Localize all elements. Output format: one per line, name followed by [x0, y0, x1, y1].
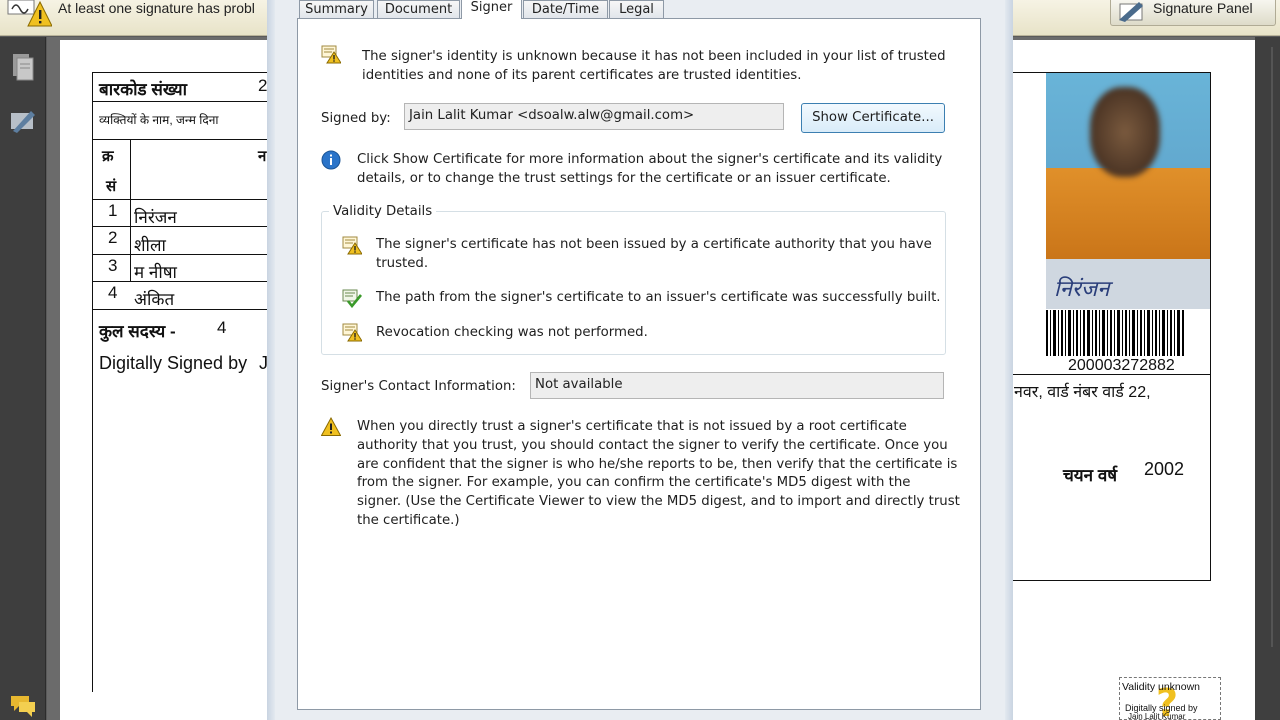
member-2-name: शीला [134, 236, 166, 255]
member-4-name: अंकित [134, 290, 175, 309]
navigation-pane [0, 37, 46, 720]
certificate-warning-icon [321, 45, 341, 64]
tab-document[interactable]: Document [377, 0, 460, 19]
signature-panel-label: Signature Panel [1153, 0, 1253, 16]
trust-warning-line-1: When you directly trust a signer's certi… [357, 419, 907, 434]
contact-info-label: Signer's Contact Information: [321, 379, 516, 394]
comments-icon[interactable] [9, 690, 37, 720]
signature-warning-icon [7, 0, 52, 27]
info-line-1: Click Show Certificate for more informat… [357, 152, 943, 167]
photo-signature: निरंजन [1054, 276, 1110, 301]
certificate-ok-icon [342, 289, 362, 308]
signature-panel-button[interactable]: Signature Panel [1110, 0, 1276, 26]
barcode-number: 200003272882 [1068, 357, 1175, 374]
pages-icon[interactable] [9, 52, 37, 82]
selection-year-label: चयन वर्ष [1063, 466, 1118, 485]
tab-signer[interactable]: Signer [461, 0, 522, 19]
stamp-validity: Validity unknown [1122, 681, 1201, 693]
column-sno-1: क्र [102, 148, 114, 165]
show-certificate-button[interactable]: Show Certificate... [801, 103, 945, 133]
signature-problem-message: At least one signature has probl [58, 0, 255, 16]
tab-legal[interactable]: Legal [609, 0, 664, 19]
barcode-image [1046, 310, 1184, 356]
validity-line-1a: The signer's certificate has not been is… [376, 237, 932, 252]
barcode-label: बारकोड संख्या [99, 80, 188, 99]
trust-warning-line-3: are confident that the signer is who he/… [357, 457, 958, 472]
persons-line: व्यक्तियों के नाम, जन्म दिना [99, 113, 219, 127]
signed-by-field: Jain Lalit Kumar <dsoalw.alw@gmail.com> [404, 103, 784, 130]
certificate-warning-icon [342, 323, 362, 342]
validity-details-title: Validity Details [329, 203, 437, 221]
applicant-photo: निरंजन [1046, 73, 1210, 309]
member-1-no: 1 [108, 201, 118, 220]
warning-icon [321, 417, 341, 436]
validity-line-1b: trusted. [376, 256, 429, 271]
address-fragment: नवर, वार्ड नंबर वार्ड 22, [1014, 384, 1151, 401]
signature-stamp[interactable]: ? Validity unknown Digitally signed by J… [1119, 677, 1221, 720]
trust-warning-line-6: the certificate.) [357, 513, 460, 528]
validity-line-2: The path from the signer's certificate t… [376, 290, 941, 305]
tab-date-time[interactable]: Date/Time [523, 0, 608, 19]
member-2-no: 2 [108, 228, 118, 247]
column-name-header: न [258, 148, 267, 165]
member-1-name: निरंजन [134, 208, 177, 227]
identity-warning-line-2: identities and none of its parent certif… [362, 68, 802, 83]
trust-warning-line-2: authority that you trust, you should con… [357, 438, 948, 453]
trust-warning-line-5: signer. (Use the Certificate Viewer to v… [357, 494, 960, 509]
member-3-no: 3 [108, 256, 118, 275]
contact-info-field: Not available [530, 372, 944, 399]
identity-warning-line-1: The signer's identity is unknown because… [362, 49, 946, 64]
member-3-name: म नीषा [134, 263, 177, 282]
total-members-label: कुल सदस्य - [99, 322, 176, 341]
right-scroll-area[interactable] [1255, 37, 1280, 720]
digitally-signed-text: Digitally Signed by [99, 353, 248, 373]
signatures-nav-icon[interactable] [9, 105, 37, 135]
member-4-no: 4 [108, 283, 118, 302]
selection-year-value: 2002 [1144, 459, 1185, 479]
tab-summary[interactable]: Summary [299, 0, 374, 19]
validity-line-3: Revocation checking was not performed. [376, 325, 648, 340]
column-sno-2: सं [106, 178, 117, 195]
info-icon [321, 150, 341, 170]
signed-by-label: Signed by: [321, 111, 391, 126]
stamp-signer-name: Jain Lalit Kumar [1128, 712, 1186, 720]
trust-warning-line-4: from the signer. For example, you can co… [357, 475, 911, 490]
total-members-value: 4 [217, 318, 227, 337]
info-line-2: details, or to change the trust settings… [357, 171, 891, 186]
signature-pen-icon [1119, 2, 1143, 22]
certificate-warning-icon [342, 236, 362, 255]
